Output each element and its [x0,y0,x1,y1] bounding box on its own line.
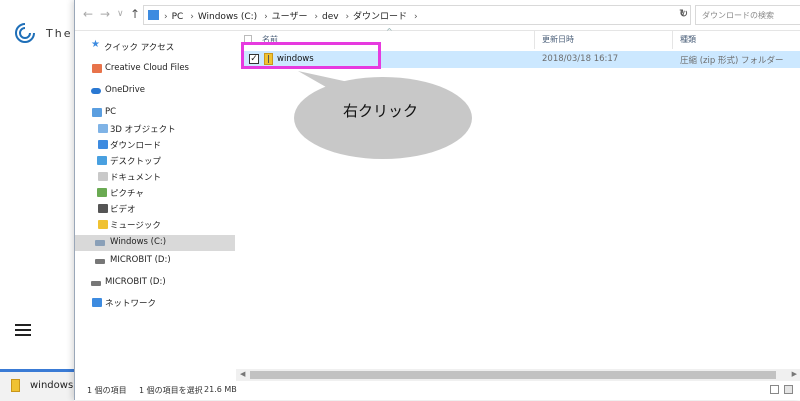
file-explorer-window: ← → ∨ ↑ › PC › Windows (C:) › ユーザー › dev › ダウ… [74,0,800,400]
site-logo-text: The [46,27,73,40]
address-bar[interactable]: › PC › Windows (C:) › ユーザー › dev › ダウンロード › ∨ [143,5,691,25]
download-progress-line [0,369,74,372]
network-icon [92,298,102,307]
file-type: 圧縮 (zip 形式) フォルダー [680,56,784,66]
recent-dropdown-icon[interactable]: ∨ [117,9,124,19]
nav-documents[interactable]: ドキュメント [75,169,235,185]
computer-icon [92,108,102,117]
nav-pictures[interactable]: ピクチャ [75,185,235,201]
nav-onedrive[interactable]: OneDrive [75,83,235,99]
up-arrow-icon[interactable]: ↑ [130,7,140,21]
music-icon [98,220,108,229]
search-box[interactable]: ダウンロードの検索 [695,5,800,25]
horizontal-scrollbar[interactable]: ◀ ▶ [236,369,800,381]
nav-microbit-2[interactable]: MICROBIT (D:) [75,275,235,291]
video-icon [98,204,108,213]
nav-3d-objects[interactable]: 3D オブジェクト [75,121,235,137]
cloud-icon [91,88,101,94]
refresh-icon[interactable]: ↻ [679,7,688,20]
nav-videos[interactable]: ビデオ [75,201,235,217]
navigation-pane: ★ クイック アクセス Creative Cloud Files OneDriv… [75,31,235,369]
usb-drive-icon [91,281,101,286]
nav-music[interactable]: ミュージック [75,217,235,233]
cube-icon [98,124,108,133]
details-view-icon[interactable] [770,385,779,394]
address-row: ← → ∨ ↑ › PC › Windows (C:) › ユーザー › dev › ダウ… [75,0,800,31]
scroll-left-icon[interactable]: ◀ [240,370,245,378]
nav-microbit-1[interactable]: MICROBIT (D:) [75,253,235,269]
drive-icon [95,240,105,246]
nav-desktop[interactable]: デスクトップ [75,153,235,169]
column-date[interactable]: 更新日時 [542,34,574,45]
site-logo-icon [15,23,35,43]
background-web-page: The windows.zip [0,0,91,401]
nav-pc[interactable]: PC [75,105,235,121]
nav-quick-access[interactable]: ★ クイック アクセス [75,39,235,55]
zip-file-icon [11,379,20,392]
usb-drive-icon [95,259,105,264]
creative-cloud-icon [92,64,102,73]
scroll-right-icon[interactable]: ▶ [792,370,797,378]
download-folder-icon [98,140,108,149]
column-divider[interactable] [672,31,673,49]
selected-size: 21.6 MB [204,385,237,394]
breadcrumb-user[interactable]: dev [322,12,339,22]
breadcrumb-drive[interactable]: Windows (C:) [198,12,257,22]
nav-downloads[interactable]: ダウンロード [75,137,235,153]
nav-network[interactable]: ネットワーク [75,295,235,311]
right-click-label: 右クリック [343,102,419,120]
desktop-icon [97,156,107,165]
sort-up-icon: ^ [386,27,393,36]
picture-icon [97,188,107,197]
document-icon [98,172,108,181]
nav-windows-c[interactable]: Windows (C:) [75,235,235,251]
breadcrumb-downloads[interactable]: ダウンロード [353,12,407,22]
file-date: 2018/03/18 16:17 [542,54,619,64]
status-bar: 1 個の項目 1 個の項目を選択 21.6 MB [75,381,800,400]
hamburger-menu-icon[interactable] [15,324,31,339]
column-divider[interactable] [534,31,535,49]
forward-arrow-icon[interactable]: → [100,7,110,21]
download-bar[interactable]: windows.zip [0,369,91,401]
column-type[interactable]: 種類 [680,34,696,45]
selected-count: 1 個の項目を選択 [139,386,203,395]
scrollbar-thumb[interactable] [250,371,776,379]
large-icons-view-icon[interactable] [784,385,793,394]
search-placeholder: ダウンロードの検索 [702,11,774,20]
star-icon: ★ [91,39,100,50]
back-arrow-icon[interactable]: ← [83,7,93,21]
highlight-box [241,42,381,69]
breadcrumb-pc[interactable]: PC [172,12,184,22]
folder-icon [148,10,159,20]
breadcrumb-users[interactable]: ユーザー [272,12,308,22]
nav-creative-cloud[interactable]: Creative Cloud Files [75,61,235,77]
breadcrumb: › PC › Windows (C:) › ユーザー › dev › ダウンロード › [164,12,418,22]
item-count: 1 個の項目 [87,386,127,395]
